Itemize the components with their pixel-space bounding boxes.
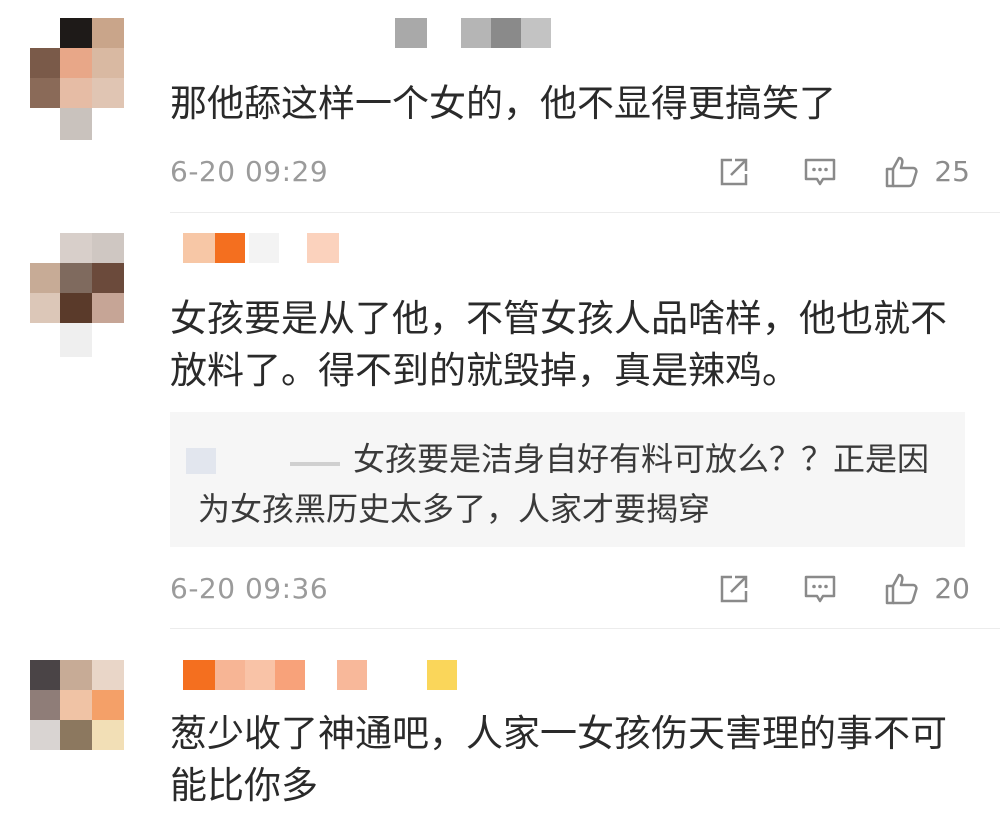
username-block: [183, 233, 215, 263]
username-block: [395, 18, 427, 48]
reply-text: 女孩要是洁身自好有料可放么？？正是因为女孩黑历史太多了，人家才要揭穿: [198, 440, 930, 528]
quoted-reply[interactable]: 女孩要是洁身自好有料可放么？？正是因为女孩黑历史太多了，人家才要揭穿: [170, 412, 965, 547]
username-block: [427, 660, 457, 690]
username-block: [275, 660, 305, 690]
avatar[interactable]: [30, 660, 126, 784]
comment-actions: 25: [716, 152, 970, 192]
username-block: [337, 660, 367, 690]
comment-icon[interactable]: [802, 571, 838, 607]
comment-3: 葱少收了神通吧，人家一女孩伤天害理的事不可能比你多: [0, 630, 1000, 815]
comment-icon[interactable]: [802, 154, 838, 190]
username-block: [307, 233, 339, 263]
like-button[interactable]: 25: [884, 152, 970, 192]
share-icon[interactable]: [716, 571, 752, 607]
username-block: [461, 18, 491, 48]
comment-time: 6-20 09:36: [170, 572, 329, 605]
username-block: [245, 660, 275, 690]
username-block: [521, 18, 551, 48]
like-count: 25: [934, 155, 970, 188]
divider: [170, 628, 1000, 629]
thumbs-up-icon: [886, 573, 918, 605]
like-button[interactable]: 20: [884, 569, 970, 609]
comment-time: 6-20 09:29: [170, 155, 329, 188]
divider: [170, 212, 1000, 213]
username-block: [215, 233, 245, 263]
comment-text: 女孩要是从了他，不管女孩人品啥样，他也就不放料了。得不到的就毁掉，真是辣鸡。: [170, 297, 947, 392]
username-block: [491, 18, 521, 48]
comment-meta: 6-20 09:29 25: [170, 152, 970, 192]
avatar[interactable]: [30, 233, 126, 357]
comment-1: 那他舔这样一个女的，他不显得更搞笑了 6-20 09:29 25: [0, 0, 1000, 215]
comment-meta: 6-20 09:36 20: [170, 569, 970, 609]
comment-2: 女孩要是从了他，不管女孩人品啥样，他也就不放料了。得不到的就毁掉，真是辣鸡。 女…: [0, 215, 1000, 630]
username-blurred[interactable]: [395, 18, 555, 52]
like-count: 20: [934, 572, 970, 605]
avatar[interactable]: [30, 18, 126, 140]
thumbs-up-icon: [886, 156, 918, 188]
username-blurred[interactable]: [183, 233, 343, 267]
comment-text: 葱少收了神通吧，人家一女孩伤天害理的事不可能比你多: [170, 712, 947, 807]
comment-actions: 20: [716, 569, 970, 609]
username-block: [215, 660, 245, 690]
username-blurred[interactable]: [183, 660, 463, 694]
username-block: [249, 233, 279, 263]
share-icon[interactable]: [716, 154, 752, 190]
comment-text: 那他舔这样一个女的，他不显得更搞笑了: [170, 82, 836, 125]
username-block: [183, 660, 215, 690]
